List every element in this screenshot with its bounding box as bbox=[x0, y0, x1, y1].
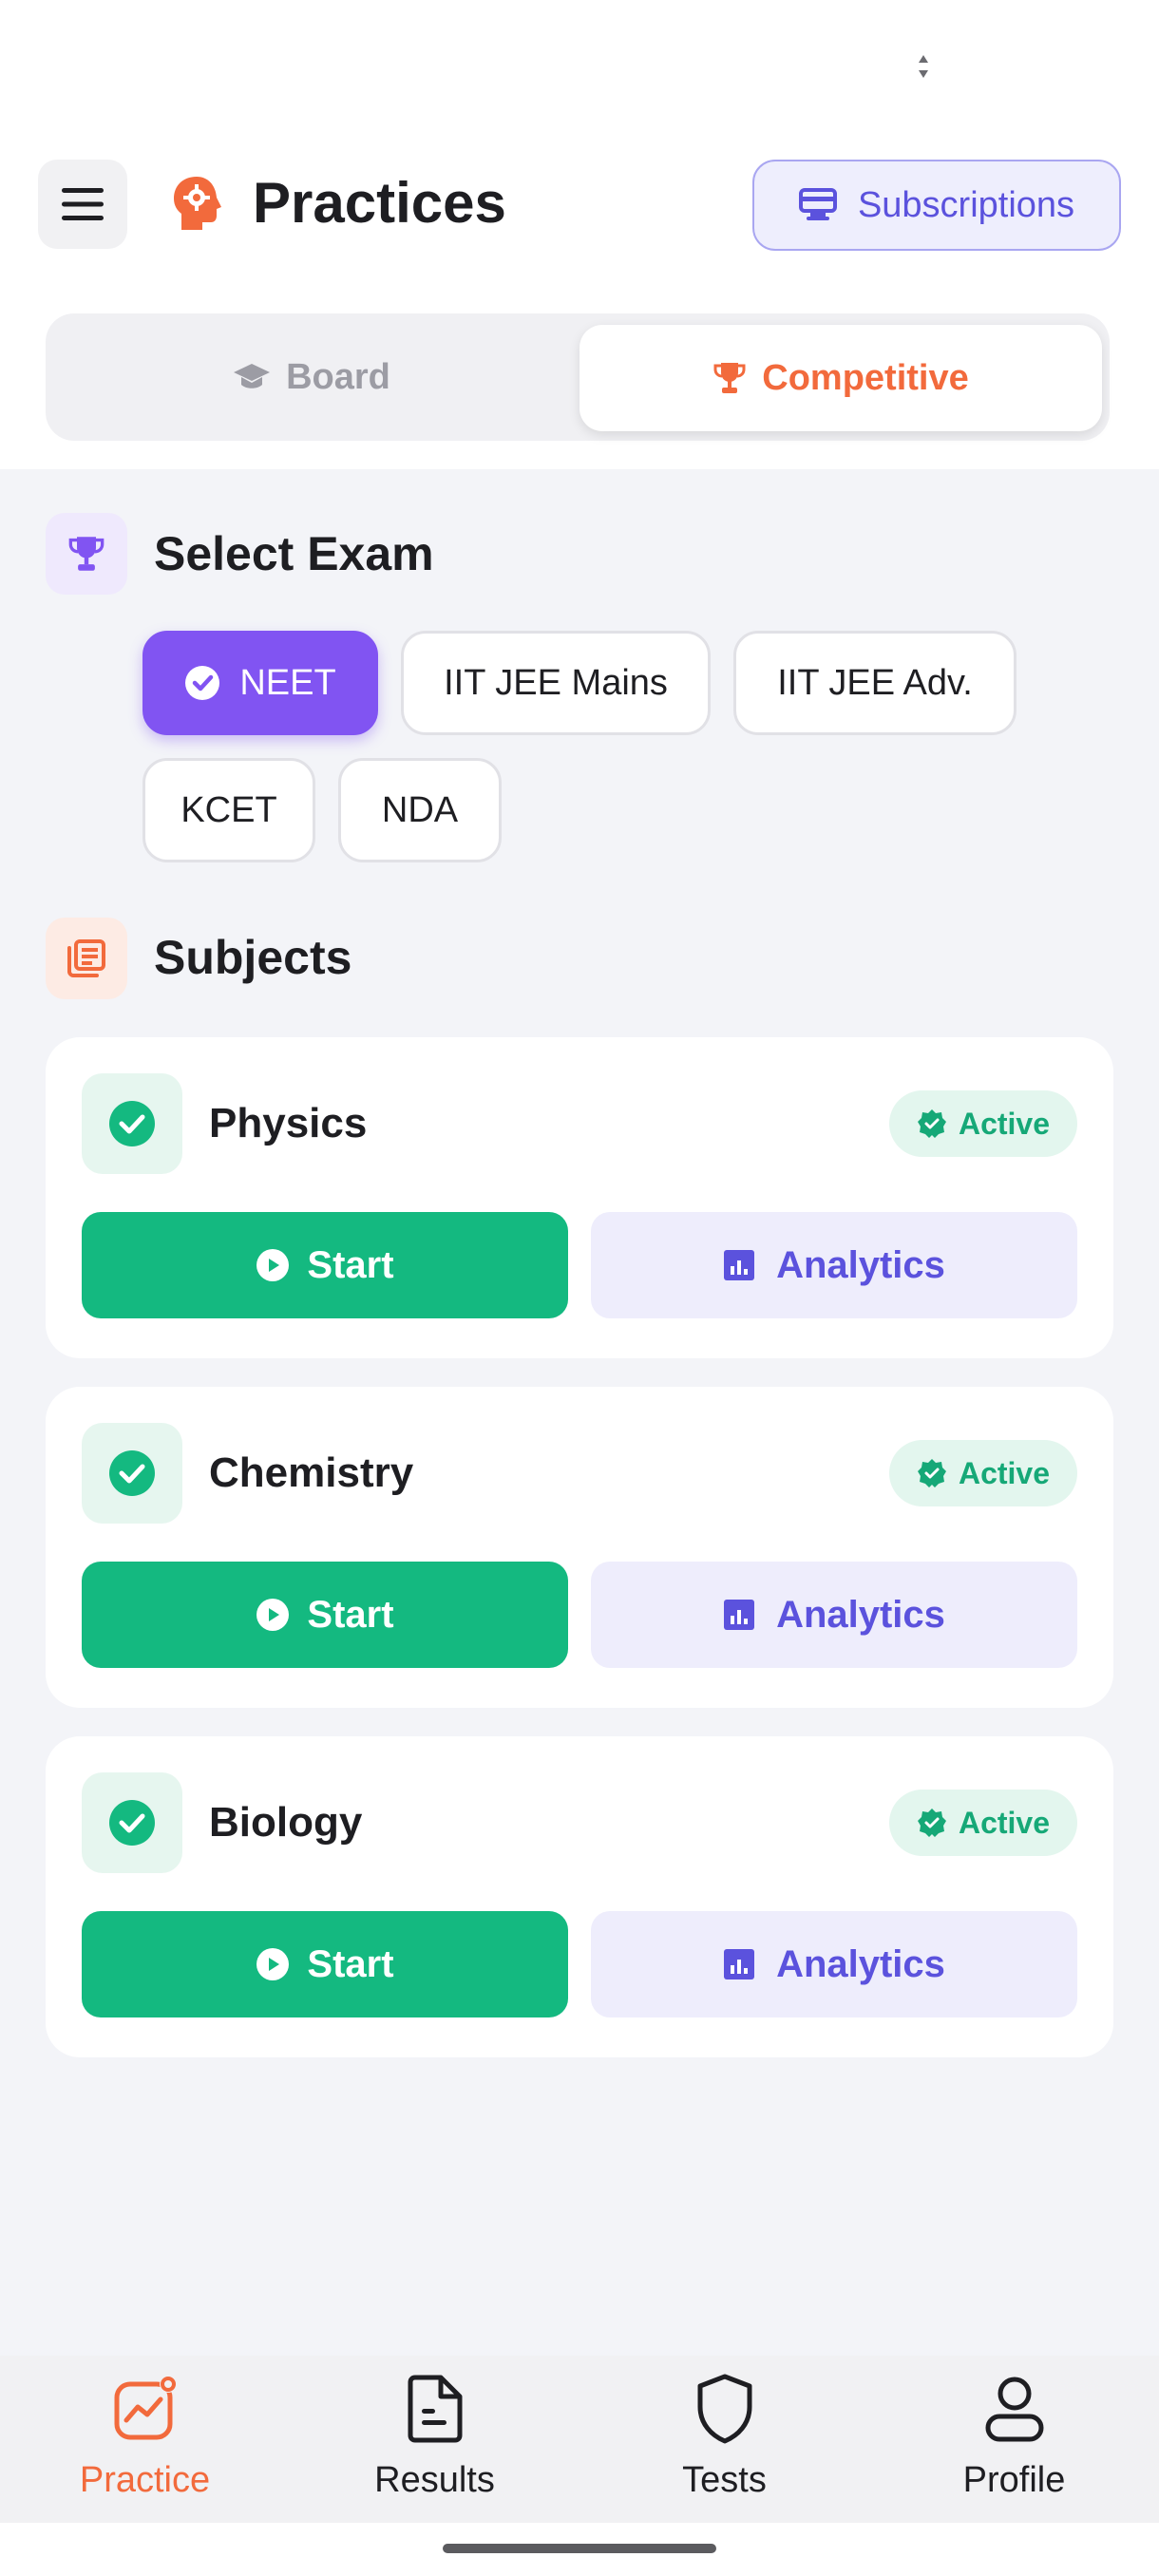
subject-card-biology: Biology Active Start Analytics bbox=[46, 1736, 1113, 2057]
start-button[interactable]: Start bbox=[82, 1911, 568, 2017]
select-exam-icon-box bbox=[46, 513, 127, 595]
start-button-label: Start bbox=[307, 1593, 394, 1636]
exam-chip-neet[interactable]: NEET bbox=[142, 631, 378, 735]
home-indicator[interactable] bbox=[443, 2544, 716, 2553]
analytics-button[interactable]: Analytics bbox=[591, 1562, 1077, 1668]
subject-name: Physics bbox=[209, 1100, 368, 1146]
subscriptions-button[interactable]: Subscriptions bbox=[752, 160, 1121, 251]
verified-badge-icon bbox=[917, 1459, 946, 1487]
book-list-icon bbox=[67, 939, 105, 977]
start-button-label: Start bbox=[307, 1243, 394, 1286]
trophy-icon bbox=[68, 537, 104, 571]
status-badge-label: Active bbox=[958, 1805, 1051, 1840]
exam-chip-label: IIT JEE Mains bbox=[444, 662, 668, 703]
bottom-nav: Practice Results Tests Profile bbox=[0, 2356, 1159, 2523]
analytics-button-label: Analytics bbox=[776, 1942, 945, 1985]
subject-check bbox=[82, 1423, 182, 1524]
status-badge: Active bbox=[889, 1440, 1077, 1506]
analytics-button[interactable]: Analytics bbox=[591, 1911, 1077, 2017]
graduation-cap-icon bbox=[234, 364, 271, 388]
tab-board-label: Board bbox=[286, 356, 390, 397]
tab-competitive-label: Competitive bbox=[762, 357, 969, 398]
status-badge: Active bbox=[889, 1790, 1077, 1856]
check-circle-icon bbox=[109, 1450, 155, 1496]
select-exam-title: Select Exam bbox=[154, 527, 434, 580]
trophy-icon bbox=[713, 363, 746, 393]
subjects-icon-box bbox=[46, 918, 127, 999]
status-badge-label: Active bbox=[958, 1455, 1051, 1490]
sort-arrows-icon bbox=[919, 55, 928, 78]
nav-label: Profile bbox=[962, 2460, 1066, 2500]
nav-results[interactable]: Results bbox=[290, 2356, 580, 2523]
subject-card-physics: Physics Active Start Analytics bbox=[46, 1037, 1113, 1358]
play-circle-icon bbox=[256, 1599, 290, 1631]
analytics-button[interactable]: Analytics bbox=[591, 1212, 1077, 1318]
subject-card-chemistry: Chemistry Active Start Analytics bbox=[46, 1387, 1113, 1708]
exam-chip-iit-jee-adv[interactable]: IIT JEE Adv. bbox=[733, 631, 1016, 735]
verified-badge-icon bbox=[917, 1809, 946, 1837]
analytics-button-label: Analytics bbox=[776, 1593, 945, 1636]
menu-button[interactable] bbox=[38, 160, 127, 249]
start-button-label: Start bbox=[307, 1942, 394, 1985]
subject-name: Chemistry bbox=[209, 1449, 414, 1496]
exam-chip-label: NDA bbox=[381, 789, 459, 830]
status-badge-label: Active bbox=[958, 1106, 1051, 1141]
tab-competitive[interactable]: Competitive bbox=[580, 325, 1102, 431]
subjects-title: Subjects bbox=[154, 931, 352, 984]
bar-chart-icon bbox=[724, 1250, 755, 1280]
check-circle-icon bbox=[185, 666, 220, 700]
nav-profile[interactable]: Profile bbox=[869, 2356, 1159, 2523]
nav-tests[interactable]: Tests bbox=[580, 2356, 869, 2523]
analytics-button-label: Analytics bbox=[776, 1243, 945, 1286]
subject-check bbox=[82, 1073, 182, 1174]
status-badge: Active bbox=[889, 1090, 1077, 1157]
exam-chip-label: NEET bbox=[239, 662, 336, 703]
document-icon bbox=[408, 2375, 462, 2443]
nav-label: Results bbox=[374, 2460, 495, 2500]
start-button[interactable]: Start bbox=[82, 1212, 568, 1318]
app-header: Practices Subscriptions Board Competitiv… bbox=[0, 120, 1159, 469]
nav-label: Tests bbox=[682, 2460, 767, 2500]
subject-check bbox=[82, 1772, 182, 1873]
exam-chip-iit-jee-mains[interactable]: IIT JEE Mains bbox=[401, 631, 711, 735]
subject-name: Biology bbox=[209, 1799, 363, 1846]
card-icon bbox=[798, 188, 837, 220]
page-title: Practices bbox=[253, 171, 506, 235]
exam-type-toggle: Board Competitive bbox=[46, 313, 1110, 441]
exam-chip-label: KCET bbox=[180, 789, 277, 830]
play-circle-icon bbox=[256, 1948, 290, 1980]
user-icon bbox=[985, 2377, 1043, 2442]
exam-chip-nda[interactable]: NDA bbox=[338, 758, 502, 862]
bar-chart-icon bbox=[724, 1949, 755, 1979]
check-circle-icon bbox=[109, 1800, 155, 1846]
shield-icon bbox=[697, 2374, 751, 2444]
play-circle-icon bbox=[256, 1249, 290, 1281]
nav-practice[interactable]: Practice bbox=[0, 2356, 290, 2523]
status-bar bbox=[0, 0, 1159, 120]
check-circle-icon bbox=[109, 1101, 155, 1146]
nav-label: Practice bbox=[79, 2460, 211, 2500]
start-button[interactable]: Start bbox=[82, 1562, 568, 1668]
practice-chart-icon bbox=[114, 2376, 177, 2440]
tab-board[interactable]: Board bbox=[46, 313, 578, 441]
exam-chip-kcet[interactable]: KCET bbox=[142, 758, 315, 862]
brain-gear-icon bbox=[174, 177, 221, 230]
exam-chip-label: IIT JEE Adv. bbox=[777, 662, 973, 703]
subscriptions-label: Subscriptions bbox=[857, 184, 1075, 225]
verified-badge-icon bbox=[917, 1109, 946, 1138]
hamburger-icon bbox=[62, 188, 104, 220]
bar-chart-icon bbox=[724, 1600, 755, 1630]
